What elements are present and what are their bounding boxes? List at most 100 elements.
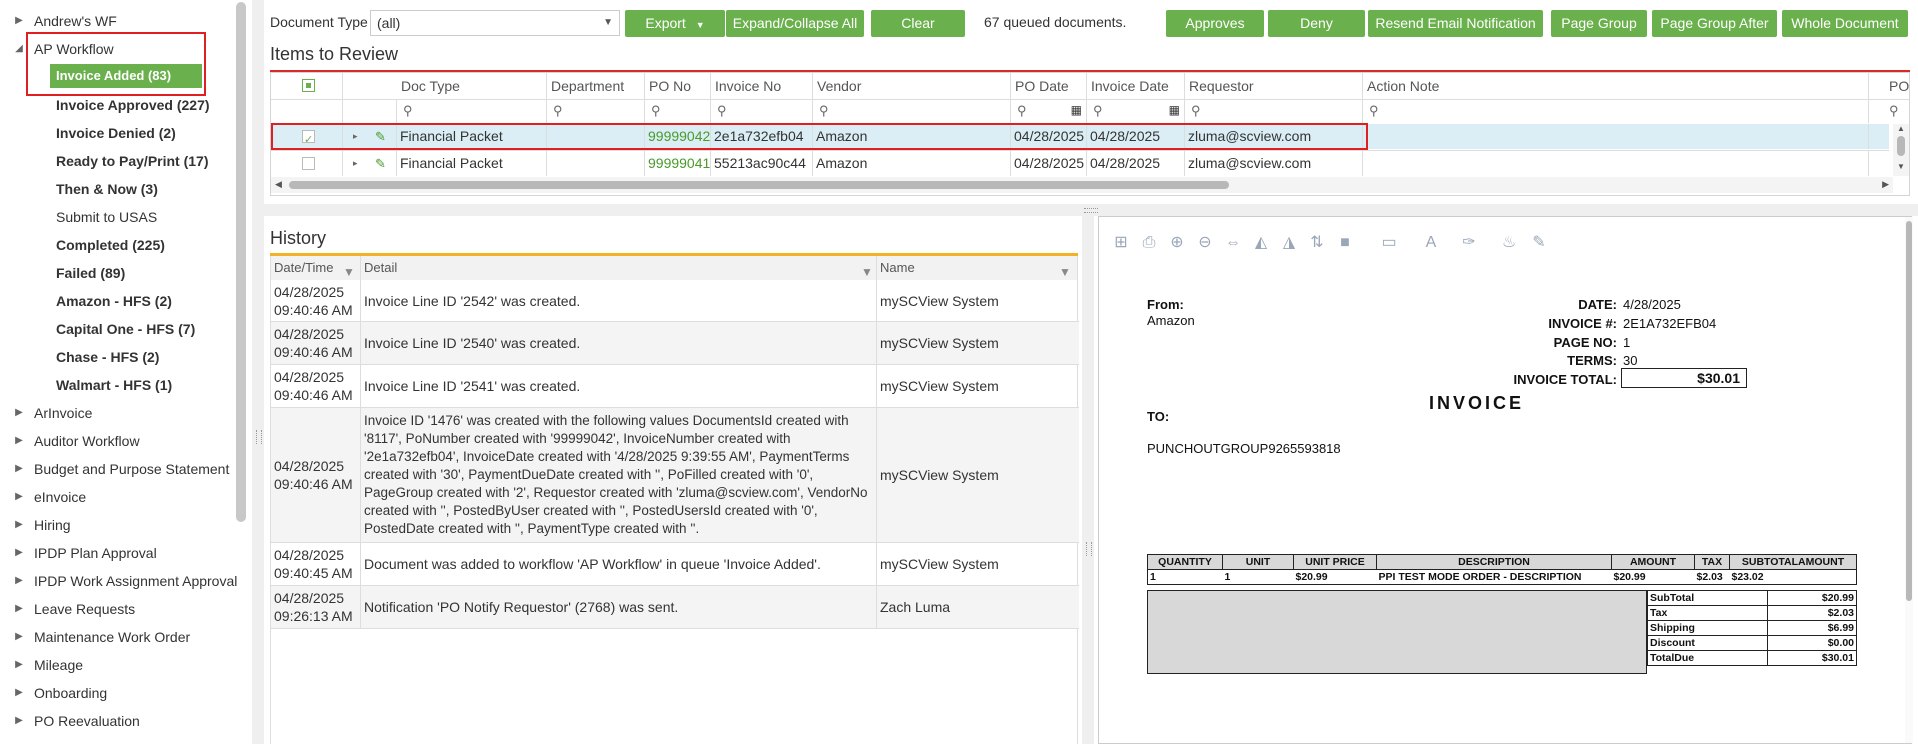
filter-vendor[interactable]: ⚲ xyxy=(813,99,1011,123)
chevron-right-icon[interactable]: ▶ xyxy=(14,8,24,34)
history-datetime: 04/28/2025 09:26:13 AM xyxy=(271,586,361,628)
resend-email-button[interactable]: Resend Email Notification xyxy=(1368,10,1543,37)
chevron-right-icon[interactable]: ▶ xyxy=(14,484,24,510)
scroll-thumb[interactable] xyxy=(1906,221,1912,601)
zoom-in-icon[interactable]: ⊕ xyxy=(1167,233,1187,253)
scroll-up-icon[interactable]: ▲ xyxy=(1897,124,1905,133)
scroll-down-icon[interactable]: ▼ xyxy=(1897,162,1905,171)
highlight-icon[interactable]: ▭ xyxy=(1379,233,1399,253)
edit-pencil-icon[interactable]: ✎ xyxy=(375,151,386,176)
horizontal-splitter[interactable] xyxy=(264,204,1918,216)
chevron-right-icon[interactable]: ▶ xyxy=(14,512,24,538)
sidebar-scrollbar[interactable] xyxy=(236,2,246,522)
filter-invoice-date[interactable]: ⚲ ▦ xyxy=(1087,99,1185,123)
summary-label: SubTotal xyxy=(1647,590,1768,606)
table-row[interactable]: ▸ ✎ Financial Packet 99999041 55213ac90c4… xyxy=(271,150,1889,176)
deny-button[interactable]: Deny xyxy=(1268,10,1365,37)
filter-requestor[interactable]: ⚲ xyxy=(1185,99,1363,123)
filter-po[interactable]: ⚲ xyxy=(1869,99,1909,123)
calendar-icon[interactable]: ▦ xyxy=(1071,103,1082,117)
chevron-right-icon[interactable]: ▶ xyxy=(14,624,24,650)
burn-icon[interactable]: ♨ xyxy=(1499,233,1519,253)
history-row[interactable]: 04/28/2025 09:40:46 AM Invoice Line ID '2… xyxy=(271,365,1079,408)
grid-horizontal-scrollbar[interactable]: ◀ ▶ xyxy=(271,177,1893,193)
rotate-left-icon[interactable]: ◭ xyxy=(1251,233,1271,253)
filter-action-note[interactable]: ⚲ xyxy=(1363,99,1869,123)
page-group-button[interactable]: Page Group xyxy=(1551,10,1647,37)
select-all-checkbox[interactable] xyxy=(302,79,315,92)
sidebar-splitter[interactable] xyxy=(252,0,264,744)
history-row[interactable]: 04/28/2025 09:40:46 AM Invoice Line ID '2… xyxy=(271,280,1079,322)
scroll-thumb[interactable] xyxy=(289,181,1229,189)
flip-icon[interactable]: ⇅ xyxy=(1307,233,1327,253)
row-checkbox[interactable] xyxy=(302,157,315,170)
doc-type-select[interactable]: (all) ▼ xyxy=(370,10,620,36)
fit-page-icon[interactable]: ⇔ xyxy=(1223,233,1243,253)
chevron-right-icon[interactable]: ▶ xyxy=(14,568,24,594)
history-col-name[interactable]: Name ▼ xyxy=(877,256,1077,280)
scroll-left-icon[interactable]: ◀ xyxy=(275,179,282,190)
vertical-splitter[interactable] xyxy=(1082,216,1094,744)
splitter-grip[interactable] xyxy=(1086,542,1092,556)
add-page-icon[interactable]: ⊞ xyxy=(1111,233,1131,253)
history-row[interactable]: 04/28/2025 09:40:46 AM Invoice Line ID '2… xyxy=(271,322,1079,365)
scroll-thumb[interactable] xyxy=(1897,136,1905,156)
text-annotation-icon[interactable]: A xyxy=(1421,233,1441,253)
line-unit-price: $20.99 xyxy=(1293,569,1377,585)
clear-button[interactable]: Clear xyxy=(871,10,965,37)
col-invoice-date[interactable]: Invoice Date xyxy=(1087,73,1185,99)
filter-doc-type[interactable]: ⚲ xyxy=(397,99,547,123)
whole-document-button[interactable]: Whole Document xyxy=(1782,10,1908,37)
history-col-datetime[interactable]: Date/Time ▼ xyxy=(271,256,361,280)
filter-po-date[interactable]: ⚲ ▦ xyxy=(1011,99,1087,123)
cell-po-no-link[interactable]: 99999041 xyxy=(645,151,711,176)
col-action-note[interactable]: Action Note xyxy=(1363,73,1869,99)
splitter-grip[interactable] xyxy=(1084,208,1098,213)
row-select-cell xyxy=(271,151,343,176)
col-doc-type[interactable]: Doc Type xyxy=(397,73,547,99)
chevron-right-icon[interactable]: ▶ xyxy=(14,456,24,482)
chevron-right-icon[interactable]: ▸ xyxy=(353,151,358,176)
col-department[interactable]: Department xyxy=(547,73,645,99)
col-po-date[interactable]: PO Date xyxy=(1011,73,1087,99)
grid-vertical-scrollbar[interactable]: ▲ ▼ xyxy=(1893,124,1909,176)
terms-label: TERMS: xyxy=(1567,353,1617,368)
history-name: Zach Luma xyxy=(880,599,951,615)
col-requestor[interactable]: Requestor xyxy=(1185,73,1363,99)
export-button[interactable]: Export ▼ xyxy=(625,10,725,37)
search-icon: ⚲ xyxy=(1093,103,1103,118)
zoom-out-icon[interactable]: ⊖ xyxy=(1195,233,1215,253)
col-po-no[interactable]: PO No xyxy=(645,73,711,99)
expand-collapse-button[interactable]: Expand/Collapse All xyxy=(726,10,864,37)
col-invoice-no[interactable]: Invoice No xyxy=(711,73,813,99)
notes-icon[interactable]: ✎ xyxy=(1529,233,1549,253)
history-row[interactable]: 04/28/2025 09:40:46 AM Invoice ID '1476' … xyxy=(271,408,1079,543)
chevron-right-icon[interactable]: ▶ xyxy=(14,680,24,706)
chevron-right-icon[interactable]: ▶ xyxy=(14,596,24,622)
history-col-detail[interactable]: Detail ▼ xyxy=(361,256,877,280)
chevron-down-icon[interactable]: ◢ xyxy=(14,36,24,62)
filter-department[interactable]: ⚲ xyxy=(547,99,645,123)
chevron-right-icon[interactable]: ▶ xyxy=(14,708,24,734)
viewer-scrollbar[interactable] xyxy=(1905,217,1913,743)
history-row[interactable]: 04/28/2025 09:26:13 AM Notification 'PO N… xyxy=(271,586,1079,629)
filter-invoice-no[interactable]: ⚲ xyxy=(711,99,813,123)
splitter-grip[interactable] xyxy=(256,430,262,444)
approves-button[interactable]: Approves xyxy=(1166,10,1264,37)
filter-po-no[interactable]: ⚲ xyxy=(645,99,711,123)
print-icon[interactable]: ⎙ xyxy=(1139,233,1159,253)
col-vendor[interactable]: Vendor xyxy=(813,73,1011,99)
history-row[interactable]: 04/28/2025 09:40:45 AM Document was added… xyxy=(271,543,1079,586)
page-group-after-button[interactable]: Page Group After xyxy=(1652,10,1777,37)
scroll-right-icon[interactable]: ▶ xyxy=(1882,179,1889,190)
chevron-right-icon[interactable]: ▶ xyxy=(14,540,24,566)
chevron-right-icon[interactable]: ▶ xyxy=(14,428,24,454)
stamp-icon[interactable]: ✑ xyxy=(1459,233,1479,253)
col-po[interactable]: PO xyxy=(1869,73,1909,99)
from-value: Amazon xyxy=(1147,313,1195,328)
rotate-right-icon[interactable]: ◮ xyxy=(1279,233,1299,253)
calendar-icon[interactable]: ▦ xyxy=(1169,103,1180,117)
chevron-right-icon[interactable]: ▶ xyxy=(14,652,24,678)
redact-icon[interactable]: ■ xyxy=(1335,233,1355,253)
chevron-right-icon[interactable]: ▶ xyxy=(14,400,24,426)
